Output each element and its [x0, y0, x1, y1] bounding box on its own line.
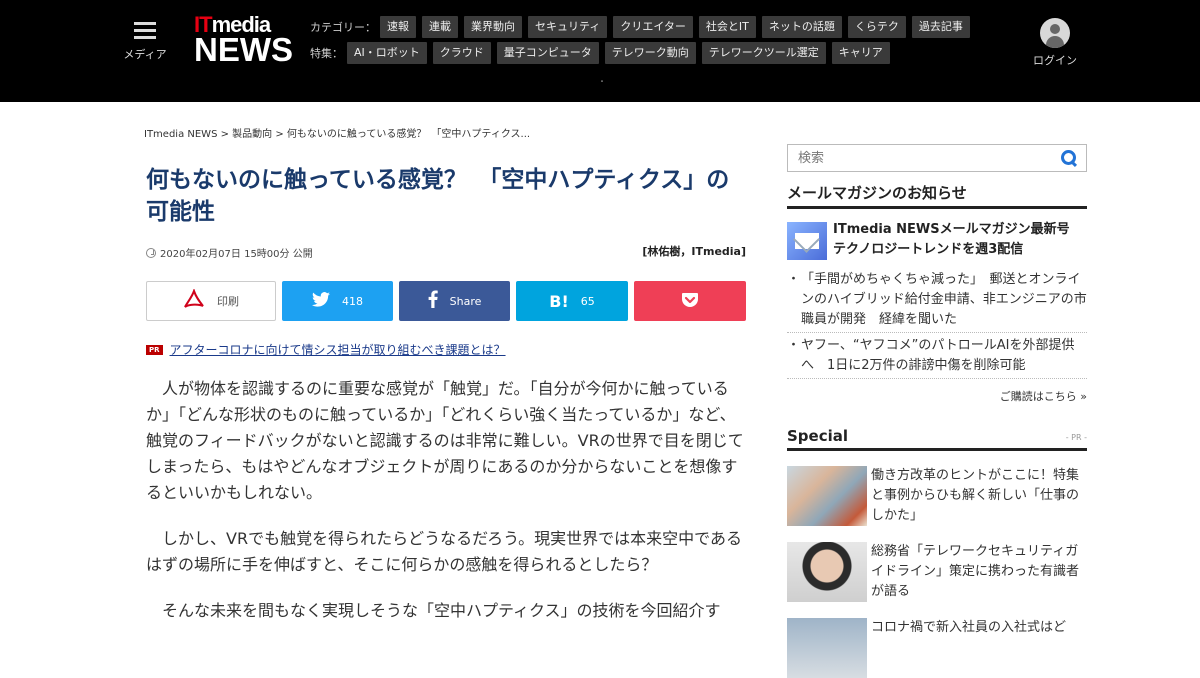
facebook-icon [428, 290, 438, 312]
pr-badge: PR [146, 344, 163, 355]
publish-date: 2020年02月07日 15時00分 公開 [146, 245, 313, 260]
feature-chip[interactable]: キャリア [831, 42, 890, 64]
category-chip[interactable]: 連載 [422, 16, 458, 38]
special-item[interactable]: 働き方改革のヒントがここに！特集と事例からひも解く新しい「仕事のしかた」 [787, 466, 1087, 526]
newsletter-heading: メールマガジンのお知らせ [787, 182, 1087, 209]
search-icon[interactable] [1061, 150, 1078, 167]
author-byline: [林佑樹，ITmedia] [642, 245, 746, 258]
login-label: ログイン [1033, 54, 1077, 67]
special-item-thumbnail [787, 618, 867, 678]
newsletter-feature[interactable]: ITmedia NEWSメールマガジン最新号 テクノロジートレンドを週3配信 [787, 220, 1087, 262]
pr-link-row: PR アフターコロナに向けて情シス担当が取り組むべき課題とは？ [146, 341, 506, 358]
facebook-share-button[interactable]: Share [399, 281, 510, 321]
newsletter-item-link[interactable]: 「手間がめちゃくちゃ減った」 郵送とオンラインのハイブリッド給付金申請、非エンジ… [787, 270, 1087, 333]
special-item-text: 総務省「テレワークセキュリティガイドライン」策定に携わった有識者が語る [871, 544, 1080, 599]
twitter-share-button[interactable]: 418 [282, 281, 393, 321]
category-label: カテゴリー： [310, 21, 376, 34]
special-item-thumbnail [787, 542, 867, 602]
category-chip[interactable]: 社会とIT [698, 16, 756, 38]
special-item[interactable]: 総務省「テレワークセキュリティガイドライン」策定に携わった有識者が語る [787, 542, 1087, 602]
newsletter-item-link[interactable]: ヤフー、“ヤフコメ”のパトロールAIを外部提供へ 1日に2万件の誹謗中傷を削除可… [787, 336, 1087, 379]
hatena-bookmark-button[interactable]: B! 65 [516, 281, 628, 321]
twitter-bird-icon [312, 291, 330, 311]
breadcrumb-link[interactable]: 製品動向 [232, 129, 272, 140]
hatena-count: 65 [580, 294, 595, 308]
special-heading-text: Special [787, 427, 849, 445]
special-item-text: コロナ禍で新入社員の入社式はど [871, 620, 1067, 635]
article-title: 何もないのに触っている感覚？ 「空中ハプティクス」の可能性 [146, 167, 730, 225]
print-label: 印刷 [217, 295, 239, 308]
print-button[interactable]: 印刷 [146, 281, 276, 321]
breadcrumb-current: 何もないのに触っている感覚？ 「空中ハプティクス... [286, 129, 531, 140]
pocket-icon [681, 292, 699, 311]
hamburger-icon [134, 22, 156, 40]
breadcrumb: ITmedia NEWS > 製品動向 > 何もないのに触っている感覚？ 「空中… [144, 129, 531, 140]
category-chip[interactable]: セキュリティ [528, 16, 608, 38]
pdf-icon [183, 287, 205, 313]
publish-date-text: 2020年02月07日 15時00分 公開 [160, 249, 313, 260]
special-heading: Special - PR - [787, 427, 1087, 451]
category-nav: カテゴリー： 速報 連載 業界動向 セキュリティ クリエイター 社会とIT ネッ… [310, 16, 976, 38]
article-paragraph: しかし、VRでも触覚を得られたらどうなるだろう。現実世界では本来空中であるはずの… [146, 529, 742, 574]
facebook-label: Share [449, 294, 482, 308]
category-chip[interactable]: ネットの話題 [761, 16, 842, 38]
mail-envelope-icon [787, 222, 827, 260]
user-avatar-icon [1040, 18, 1070, 48]
feature-chip[interactable]: 量子コンピュータ [496, 42, 599, 64]
category-chip[interactable]: 速報 [380, 16, 416, 38]
hatena-bookmark-icon: B! [549, 291, 569, 311]
special-item-thumbnail [787, 466, 867, 526]
category-chip[interactable]: 業界動向 [464, 16, 522, 38]
login-button[interactable]: ログイン [1030, 18, 1080, 68]
search-input[interactable] [788, 145, 1048, 171]
special-pr-label: - PR - [1065, 433, 1087, 442]
pr-link[interactable]: アフターコロナに向けて情シス担当が取り組むべき課題とは？ [170, 341, 506, 358]
site-header: メディア ITmedia NEWS カテゴリー： 速報 連載 業界動向 セキュリ… [0, 0, 1200, 102]
article-body: 人が物体を認識するのに重要な感覚が「触覚」だ。「自分が今何かに触っているか」「ど… [146, 376, 746, 644]
search-box [787, 144, 1087, 172]
newsletter-feature-text: ITmedia NEWSメールマガジン最新号 テクノロジートレンドを週3配信 [833, 222, 1070, 257]
feature-label: 特集： [310, 47, 343, 60]
feature-chip[interactable]: テレワーク動向 [604, 42, 696, 64]
special-item-text: 働き方改革のヒントがここに！特集と事例からひも解く新しい「仕事のしかた」 [871, 468, 1080, 523]
special-item[interactable]: コロナ禍で新入社員の入社式はど [787, 618, 1087, 678]
breadcrumb-link[interactable]: ITmedia NEWS [144, 129, 217, 140]
category-chip[interactable]: クリエイター [613, 16, 693, 38]
feature-nav: 特集： AI・ロボット クラウド 量子コンピュータ テレワーク動向 テレワークツ… [310, 42, 896, 64]
clock-icon [146, 247, 156, 258]
article-paragraph: 人が物体を認識するのに重要な感覚が「触覚」だ。「自分が今何かに触っているか」「ど… [146, 379, 744, 502]
category-chip[interactable]: 過去記事 [911, 16, 970, 38]
category-chip[interactable]: くらテク [847, 16, 906, 38]
media-menu-button[interactable]: メディア [120, 20, 170, 62]
media-menu-label: メディア [123, 48, 167, 61]
subscribe-link[interactable]: ご購読はこちら » [1000, 388, 1087, 404]
share-bar: 印刷 418 Share B! 65 [146, 281, 746, 321]
nav-dot: ・ [598, 77, 606, 86]
article-paragraph: そんな未来を間もなく実現しそうな「空中ハプティクス」の技術を今回紹介す [162, 601, 721, 620]
feature-chip[interactable]: テレワークツール選定 [701, 42, 826, 64]
feature-chip[interactable]: クラウド [432, 42, 491, 64]
pocket-button[interactable] [634, 281, 746, 321]
itmedia-news-logo[interactable]: ITmedia NEWS [194, 12, 294, 70]
twitter-count: 418 [342, 294, 363, 308]
feature-chip[interactable]: AI・ロボット [347, 42, 427, 64]
